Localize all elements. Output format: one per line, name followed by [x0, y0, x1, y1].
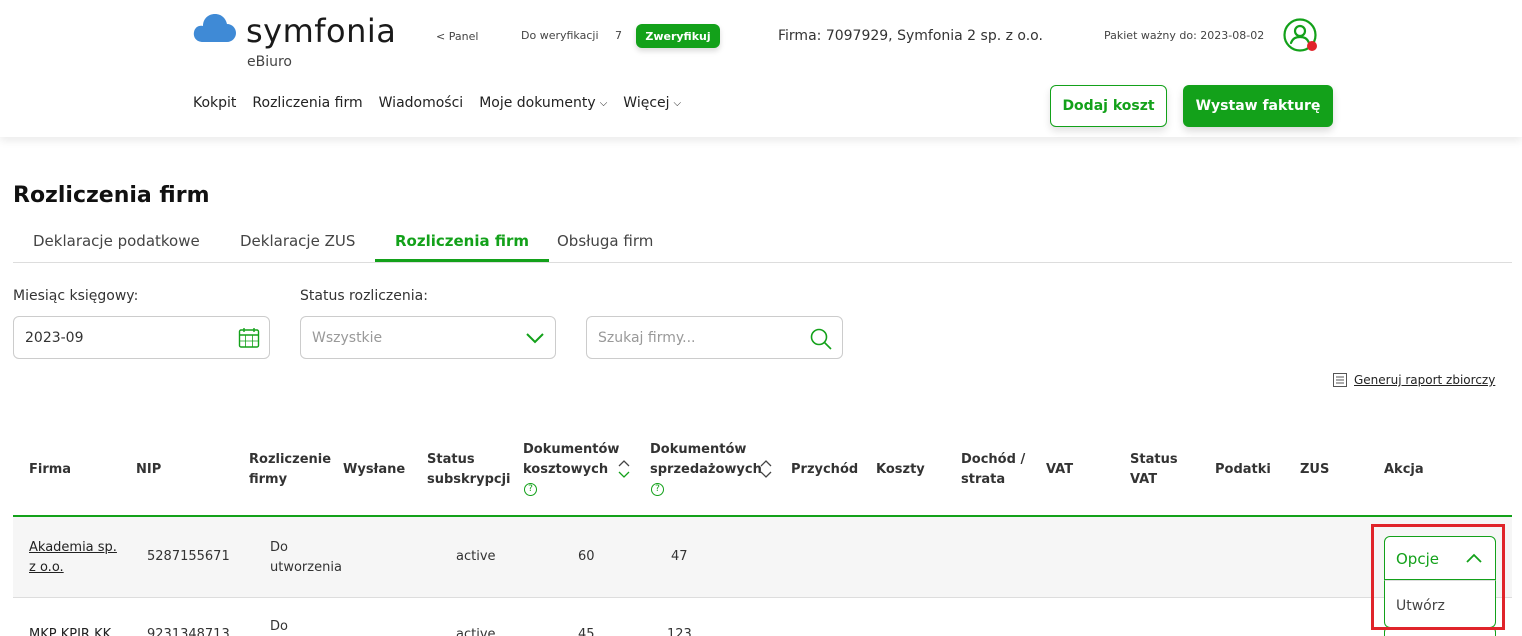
firm-label: Firma:: [778, 28, 822, 44]
page-title: Rozliczenia firm: [13, 183, 210, 208]
search-field[interactable]: [586, 316, 843, 359]
sort-icon[interactable]: [617, 459, 631, 479]
tab-deklaracje-podatkowe[interactable]: Deklaracje podatkowe: [13, 220, 220, 262]
col-header-line: firmy: [249, 472, 288, 487]
firm-name-link[interactable]: MKP KPIR KK: [29, 625, 111, 636]
chevron-down-icon: ⌵: [673, 98, 682, 109]
subscription-status-cell: active: [456, 549, 496, 564]
col-header-dochod: Dochód / strata: [961, 450, 1025, 490]
col-header-line: Dochód /: [961, 452, 1026, 467]
settlement-status-cell: Do utworzenia: [270, 538, 342, 578]
col-header-nip: NIP: [136, 462, 162, 477]
top-header: symfonia eBiuro < Panel Do weryfikacji 7…: [0, 0, 1522, 137]
status-select[interactable]: Wszystkie: [300, 316, 556, 359]
col-header-wyslane: Wysłane: [343, 462, 406, 477]
calendar-icon: [238, 328, 260, 348]
nip-cell: 5287155671: [147, 549, 230, 564]
col-header-line: Rozliczenie: [249, 452, 332, 467]
user-avatar[interactable]: [1283, 18, 1319, 54]
verification-label: Do weryfikacji: [521, 29, 599, 42]
add-cost-button[interactable]: Dodaj koszt: [1050, 85, 1167, 127]
col-header-akcja: Akcja: [1384, 462, 1424, 477]
nav-item-wiecej[interactable]: Więcej ⌵: [623, 95, 681, 111]
col-header-line: sprzedażowych: [650, 462, 762, 477]
generate-report-link[interactable]: Generuj raport zbiorczy: [1333, 373, 1495, 387]
help-icon[interactable]: ?: [524, 483, 537, 496]
month-value: 2023-09: [25, 330, 84, 346]
search-input[interactable]: [598, 328, 788, 348]
settlement-status-cell: Do: [270, 619, 288, 634]
sales-docs-cell: 123: [667, 627, 692, 636]
verification-count: 7: [615, 29, 622, 42]
col-header-firma: Firma: [29, 462, 72, 477]
firm-name-line: z o.o.: [29, 560, 64, 575]
nav-item-moje-dokumenty[interactable]: Moje dokumenty ⌵: [479, 95, 607, 111]
col-header-dok-kosztowych[interactable]: Dokumentów kosztowych: [523, 440, 619, 480]
col-header-koszty: Koszty: [876, 462, 925, 477]
nip-cell: 9231348713: [147, 627, 230, 636]
col-header-line: subskrypcji: [427, 472, 511, 487]
col-header-przychod: Przychód: [791, 462, 859, 477]
chevron-down-icon: ⌵: [599, 98, 608, 109]
col-header-dok-sprzedazowych[interactable]: Dokumentów sprzedażowych: [650, 440, 762, 480]
col-header-line: Dokumentów: [650, 442, 747, 457]
cloud-icon: [193, 14, 236, 42]
help-icon[interactable]: ?: [651, 483, 664, 496]
symfonia-logo[interactable]: symfonia: [193, 10, 403, 50]
cost-docs-cell: 60: [578, 549, 595, 564]
settlement-status-line: Do: [270, 540, 288, 555]
col-header-line: strata: [961, 472, 1006, 487]
col-header-status-subskrypcji: Status subskrypcji: [427, 450, 511, 490]
col-header-rozliczenie: Rozliczenie firmy: [249, 450, 331, 490]
main-nav: Kokpit Rozliczenia firm Wiadomości Moje …: [193, 95, 681, 111]
status-placeholder: Wszystkie: [312, 330, 383, 346]
issue-invoice-button[interactable]: Wystaw fakturę: [1183, 85, 1333, 127]
verify-button[interactable]: Zweryfikuj: [636, 24, 720, 48]
report-icon: [1333, 373, 1347, 387]
col-header-status-vat: Status VAT: [1130, 450, 1178, 490]
firm-name-line: Akademia sp.: [29, 540, 117, 555]
table-row: [13, 517, 1512, 598]
tab-obsluga-firm[interactable]: Obsługa firm: [537, 220, 673, 262]
firm-value: 7097929, Symfonia 2 sp. z o.o.: [825, 28, 1043, 44]
cost-docs-cell: 45: [578, 627, 595, 636]
tab-rozliczenia-firm[interactable]: Rozliczenia firm: [375, 220, 549, 262]
generate-report-label: Generuj raport zbiorczy: [1354, 373, 1496, 387]
sort-icon[interactable]: [759, 459, 773, 479]
logo-text: symfonia: [246, 12, 397, 50]
month-picker[interactable]: 2023-09: [13, 316, 270, 359]
tab-bar: Deklaracje podatkowe Deklaracje ZUS Rozl…: [13, 220, 1512, 263]
logo-subtitle: eBiuro: [247, 54, 292, 70]
nav-item-wiadomosci[interactable]: Wiadomości: [379, 95, 464, 111]
col-header-line: VAT: [1130, 472, 1158, 487]
package-validity: Pakiet ważny do: 2023-08-02: [1104, 29, 1265, 42]
nav-item-label: Więcej: [623, 95, 670, 111]
col-header-podatki: Podatki: [1215, 462, 1271, 477]
col-header-line: Status: [427, 452, 475, 467]
nav-item-label: Moje dokumenty: [479, 95, 596, 111]
col-header-line: Status: [1130, 452, 1178, 467]
user-icon: [1283, 18, 1317, 52]
sales-docs-cell: 47: [671, 549, 688, 564]
tab-deklaracje-zus[interactable]: Deklaracje ZUS: [220, 220, 375, 262]
current-firm: Firma: 7097929, Symfonia 2 sp. z o.o.: [778, 28, 1043, 44]
nav-item-kokpit[interactable]: Kokpit: [193, 95, 236, 111]
col-header-line: Dokumentów: [523, 442, 620, 457]
search-icon: [810, 328, 832, 350]
col-header-zus: ZUS: [1300, 462, 1330, 477]
highlight-box: [1371, 524, 1505, 630]
chevron-down-icon: [526, 333, 544, 344]
status-label: Status rozliczenia:: [300, 288, 428, 304]
col-header-vat: VAT: [1046, 462, 1074, 477]
firm-name-link[interactable]: Akademia sp. z o.o.: [29, 538, 117, 578]
subscription-status-cell: active: [456, 627, 496, 636]
nav-item-rozliczenia[interactable]: Rozliczenia firm: [252, 95, 362, 111]
col-header-line: kosztowych: [523, 462, 609, 477]
back-to-panel-link[interactable]: < Panel: [436, 30, 478, 43]
month-label: Miesiąc księgowy:: [13, 288, 139, 304]
settlement-status-line: utworzenia: [270, 560, 342, 575]
